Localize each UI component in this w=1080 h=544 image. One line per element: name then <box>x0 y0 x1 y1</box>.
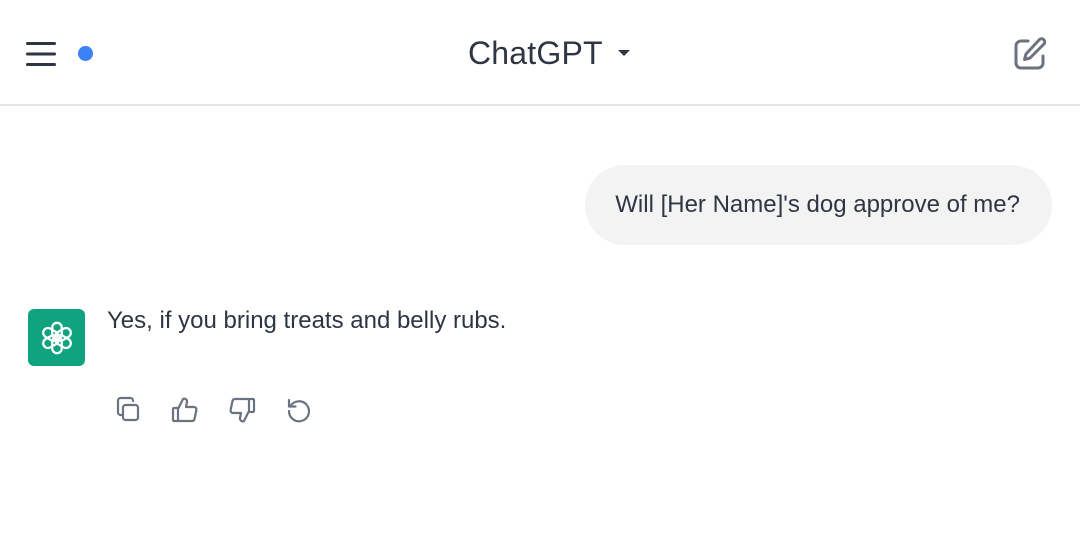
status-dot <box>78 46 93 61</box>
menu-icon <box>26 42 56 66</box>
copy-icon <box>116 396 140 422</box>
chevron-down-icon <box>617 49 631 57</box>
model-title: ChatGPT <box>468 34 603 71</box>
edit-icon <box>1014 37 1047 70</box>
thumbs-up-icon <box>171 397 198 423</box>
thumbs-up-button[interactable] <box>165 392 205 428</box>
user-message-text: Will [Her Name]'s dog approve of me? <box>615 191 1020 218</box>
top-bar: ChatGPT <box>0 0 1080 106</box>
openai-logo-icon <box>41 321 72 354</box>
message-actions <box>108 392 336 428</box>
regenerate-button[interactable] <box>279 392 319 428</box>
thumbs-down-icon <box>229 397 256 423</box>
assistant-message-text: Yes, if you bring treats and belly rubs. <box>107 307 507 334</box>
new-chat-button[interactable] <box>1006 30 1054 78</box>
user-message-bubble: Will [Her Name]'s dog approve of me? <box>585 165 1052 245</box>
regenerate-icon <box>287 398 311 423</box>
thumbs-down-button[interactable] <box>222 392 262 428</box>
model-selector[interactable]: ChatGPT <box>460 28 639 78</box>
assistant-avatar <box>28 309 85 366</box>
chat-app: ChatGPT Will [Her Name]'s dog approve of… <box>0 0 1080 544</box>
menu-button[interactable] <box>22 34 62 74</box>
copy-button[interactable] <box>108 392 148 428</box>
